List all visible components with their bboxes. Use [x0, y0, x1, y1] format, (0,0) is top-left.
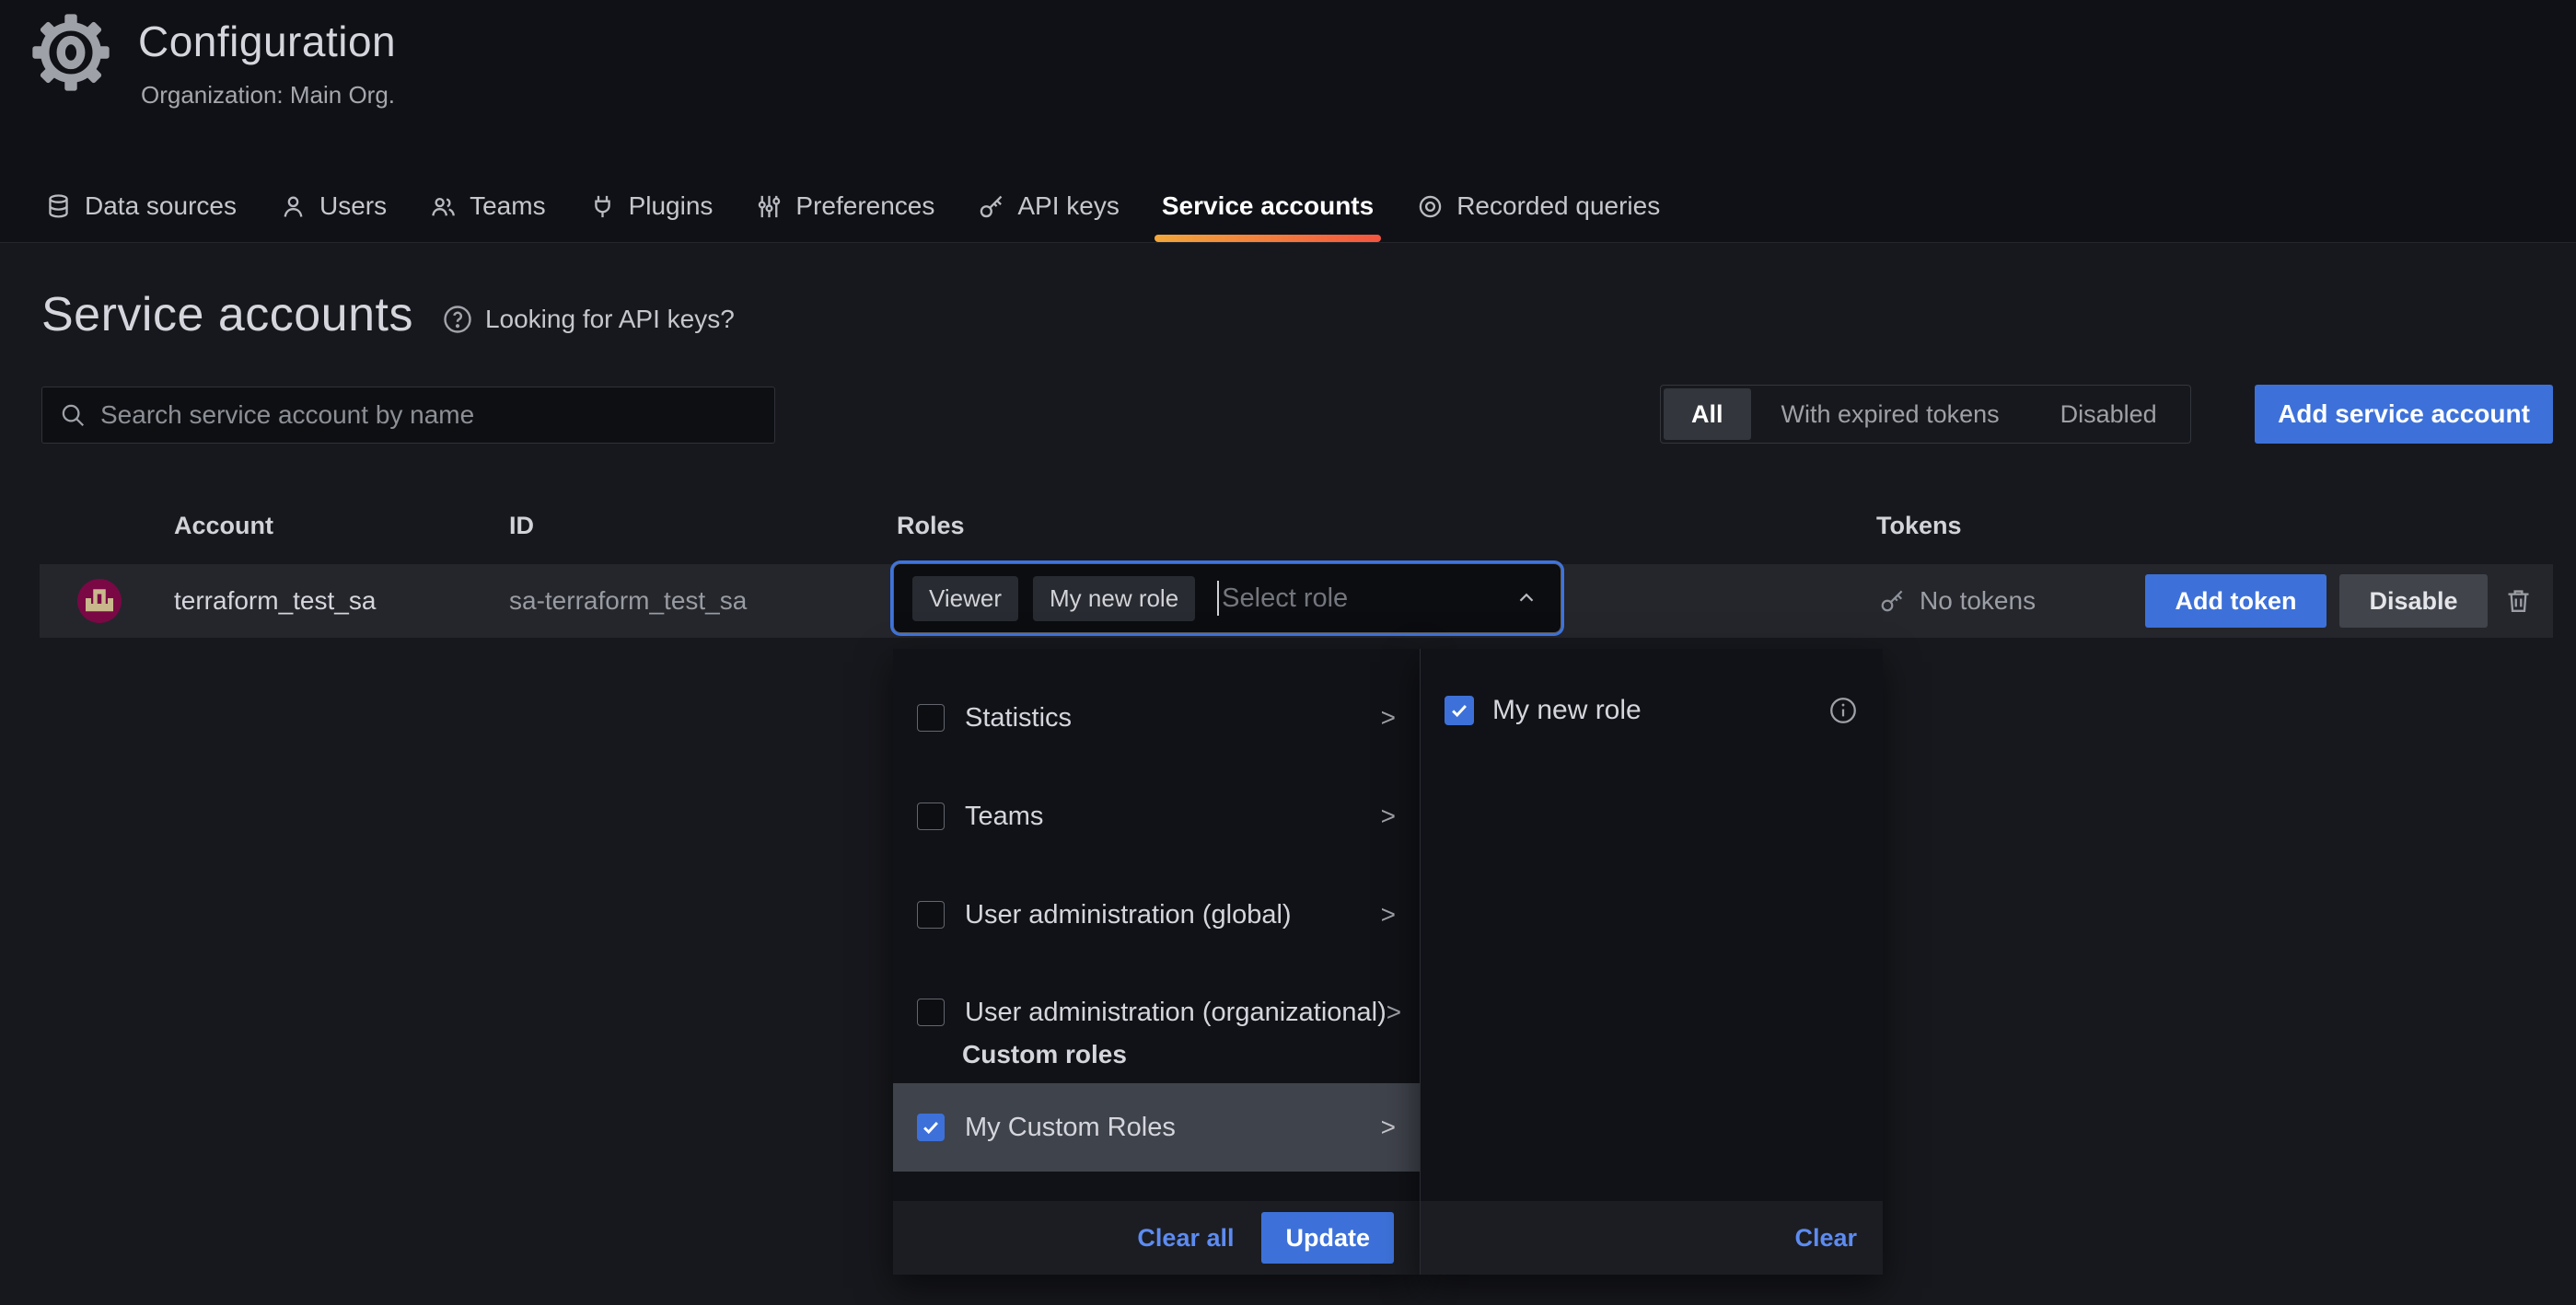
tab-plugins[interactable]: Plugins	[588, 170, 714, 242]
page-header: Configuration Organization: Main Org. Da…	[0, 0, 2576, 243]
menu-item-label: Teams	[965, 802, 1043, 832]
tab-preferences[interactable]: Preferences	[755, 170, 934, 242]
role-group-teams[interactable]: Teams >	[893, 787, 1420, 846]
tab-label: Preferences	[795, 191, 934, 221]
column-header-account: Account	[174, 512, 273, 540]
role-group-user-admin-global[interactable]: User administration (global) >	[893, 885, 1420, 944]
chevron-up-icon[interactable]	[1514, 586, 1538, 610]
checkbox-my-custom-roles-checked[interactable]	[917, 1114, 945, 1141]
chevron-right-icon: >	[1387, 998, 1401, 1027]
role-group-user-admin-org[interactable]: User administration (organizational) >	[893, 983, 1420, 1042]
role-chip-viewer[interactable]: Viewer	[912, 576, 1018, 621]
role-picker-submenu-footer: Clear	[1421, 1201, 1883, 1275]
active-tab-underline	[1155, 235, 1381, 242]
add-token-button[interactable]: Add token	[2145, 574, 2327, 628]
tab-data-sources[interactable]: Data sources	[44, 170, 237, 242]
chevron-right-icon: >	[1381, 802, 1396, 831]
checkbox-user-admin-global[interactable]	[917, 901, 945, 929]
filter-disabled[interactable]: Disabled	[2030, 388, 2187, 440]
key-icon	[977, 192, 1005, 221]
tab-label: Service accounts	[1162, 191, 1374, 221]
grafana-configuration-page: Configuration Organization: Main Org. Da…	[0, 0, 2576, 1305]
role-picker-menu: Statistics > Teams > User administration…	[893, 649, 1420, 1275]
sliders-icon	[755, 192, 783, 221]
clear-all-button[interactable]: Clear all	[1137, 1224, 1234, 1253]
tab-service-accounts[interactable]: Service accounts	[1162, 170, 1374, 242]
tab-label: API keys	[1017, 191, 1119, 221]
database-icon	[44, 192, 73, 221]
column-header-roles: Roles	[897, 512, 965, 540]
page-header-subtitle: Organization: Main Org.	[141, 81, 395, 110]
checkbox-teams[interactable]	[917, 803, 945, 830]
api-keys-help-link[interactable]: Looking for API keys?	[441, 303, 735, 336]
account-id: sa-terraform_test_sa	[509, 564, 747, 638]
add-service-account-button[interactable]: Add service account	[2255, 385, 2553, 444]
column-header-tokens: Tokens	[1876, 512, 1962, 540]
update-button[interactable]: Update	[1261, 1212, 1394, 1264]
clear-button[interactable]: Clear	[1794, 1224, 1857, 1253]
user-icon	[279, 192, 307, 221]
chevron-right-icon: >	[1381, 900, 1396, 930]
menu-item-label: Statistics	[965, 703, 1072, 733]
role-picker-menu-footer: Clear all Update	[893, 1201, 1420, 1275]
column-header-id: ID	[509, 512, 534, 540]
users-icon	[429, 192, 458, 221]
question-circle-icon	[441, 303, 474, 336]
page-heading: Service accounts Looking for API keys?	[41, 287, 735, 342]
menu-item-label: My Custom Roles	[965, 1113, 1176, 1143]
menu-item-label: User administration (global)	[965, 900, 1292, 930]
checkbox-my-new-role-checked[interactable]	[1445, 696, 1474, 725]
info-icon[interactable]	[1828, 695, 1859, 726]
chevron-right-icon: >	[1381, 1113, 1396, 1142]
tab-label: Data sources	[85, 191, 237, 221]
checkbox-statistics[interactable]	[917, 704, 945, 732]
tab-label: Recorded queries	[1456, 191, 1660, 221]
role-group-my-custom-roles[interactable]: My Custom Roles >	[893, 1083, 1420, 1172]
menu-item-label: User administration (organizational)	[965, 998, 1387, 1028]
help-link-label: Looking for API keys?	[485, 305, 735, 334]
search-icon	[59, 401, 87, 429]
text-cursor	[1217, 581, 1219, 616]
tab-api-keys[interactable]: API keys	[977, 170, 1119, 242]
role-select-placeholder: Select role	[1222, 583, 1348, 614]
role-chip-my-new-role[interactable]: My new role	[1033, 576, 1195, 621]
tab-label: Plugins	[629, 191, 714, 221]
page-header-title: Configuration	[138, 17, 396, 66]
role-option-label: My new role	[1492, 695, 1642, 726]
key-icon	[1878, 587, 1906, 615]
role-option-my-new-role[interactable]: My new role	[1421, 681, 1883, 740]
gear-icon	[31, 13, 110, 92]
tab-label: Users	[319, 191, 387, 221]
custom-roles-group-label: Custom roles	[962, 1040, 1127, 1069]
avatar	[77, 579, 122, 623]
filter-with-expired-tokens[interactable]: With expired tokens	[1751, 388, 2030, 440]
account-name-link[interactable]: terraform_test_sa	[174, 564, 376, 638]
chevron-right-icon: >	[1381, 703, 1396, 733]
search-placeholder: Search service account by name	[100, 400, 474, 430]
role-group-statistics[interactable]: Statistics >	[893, 688, 1420, 747]
delete-icon[interactable]	[2503, 585, 2534, 616]
state-filter-group: All With expired tokens Disabled	[1660, 385, 2191, 444]
record-icon	[1416, 192, 1445, 221]
role-picker-submenu: My new role Clear	[1420, 649, 1883, 1275]
tab-label: Teams	[470, 191, 545, 221]
tab-bar: Data sources Users	[44, 170, 1660, 242]
role-picker-input[interactable]: Viewer My new role Select role	[893, 563, 1561, 633]
page-title: Service accounts	[41, 287, 413, 342]
plug-icon	[588, 192, 617, 221]
search-input[interactable]: Search service account by name	[41, 387, 775, 444]
tab-teams[interactable]: Teams	[429, 170, 545, 242]
tokens-count: No tokens	[1920, 564, 2036, 638]
checkbox-user-admin-org[interactable]	[917, 999, 945, 1026]
tab-recorded-queries[interactable]: Recorded queries	[1416, 170, 1660, 242]
filter-all[interactable]: All	[1664, 388, 1751, 440]
disable-button[interactable]: Disable	[2339, 574, 2488, 628]
tab-users[interactable]: Users	[279, 170, 387, 242]
